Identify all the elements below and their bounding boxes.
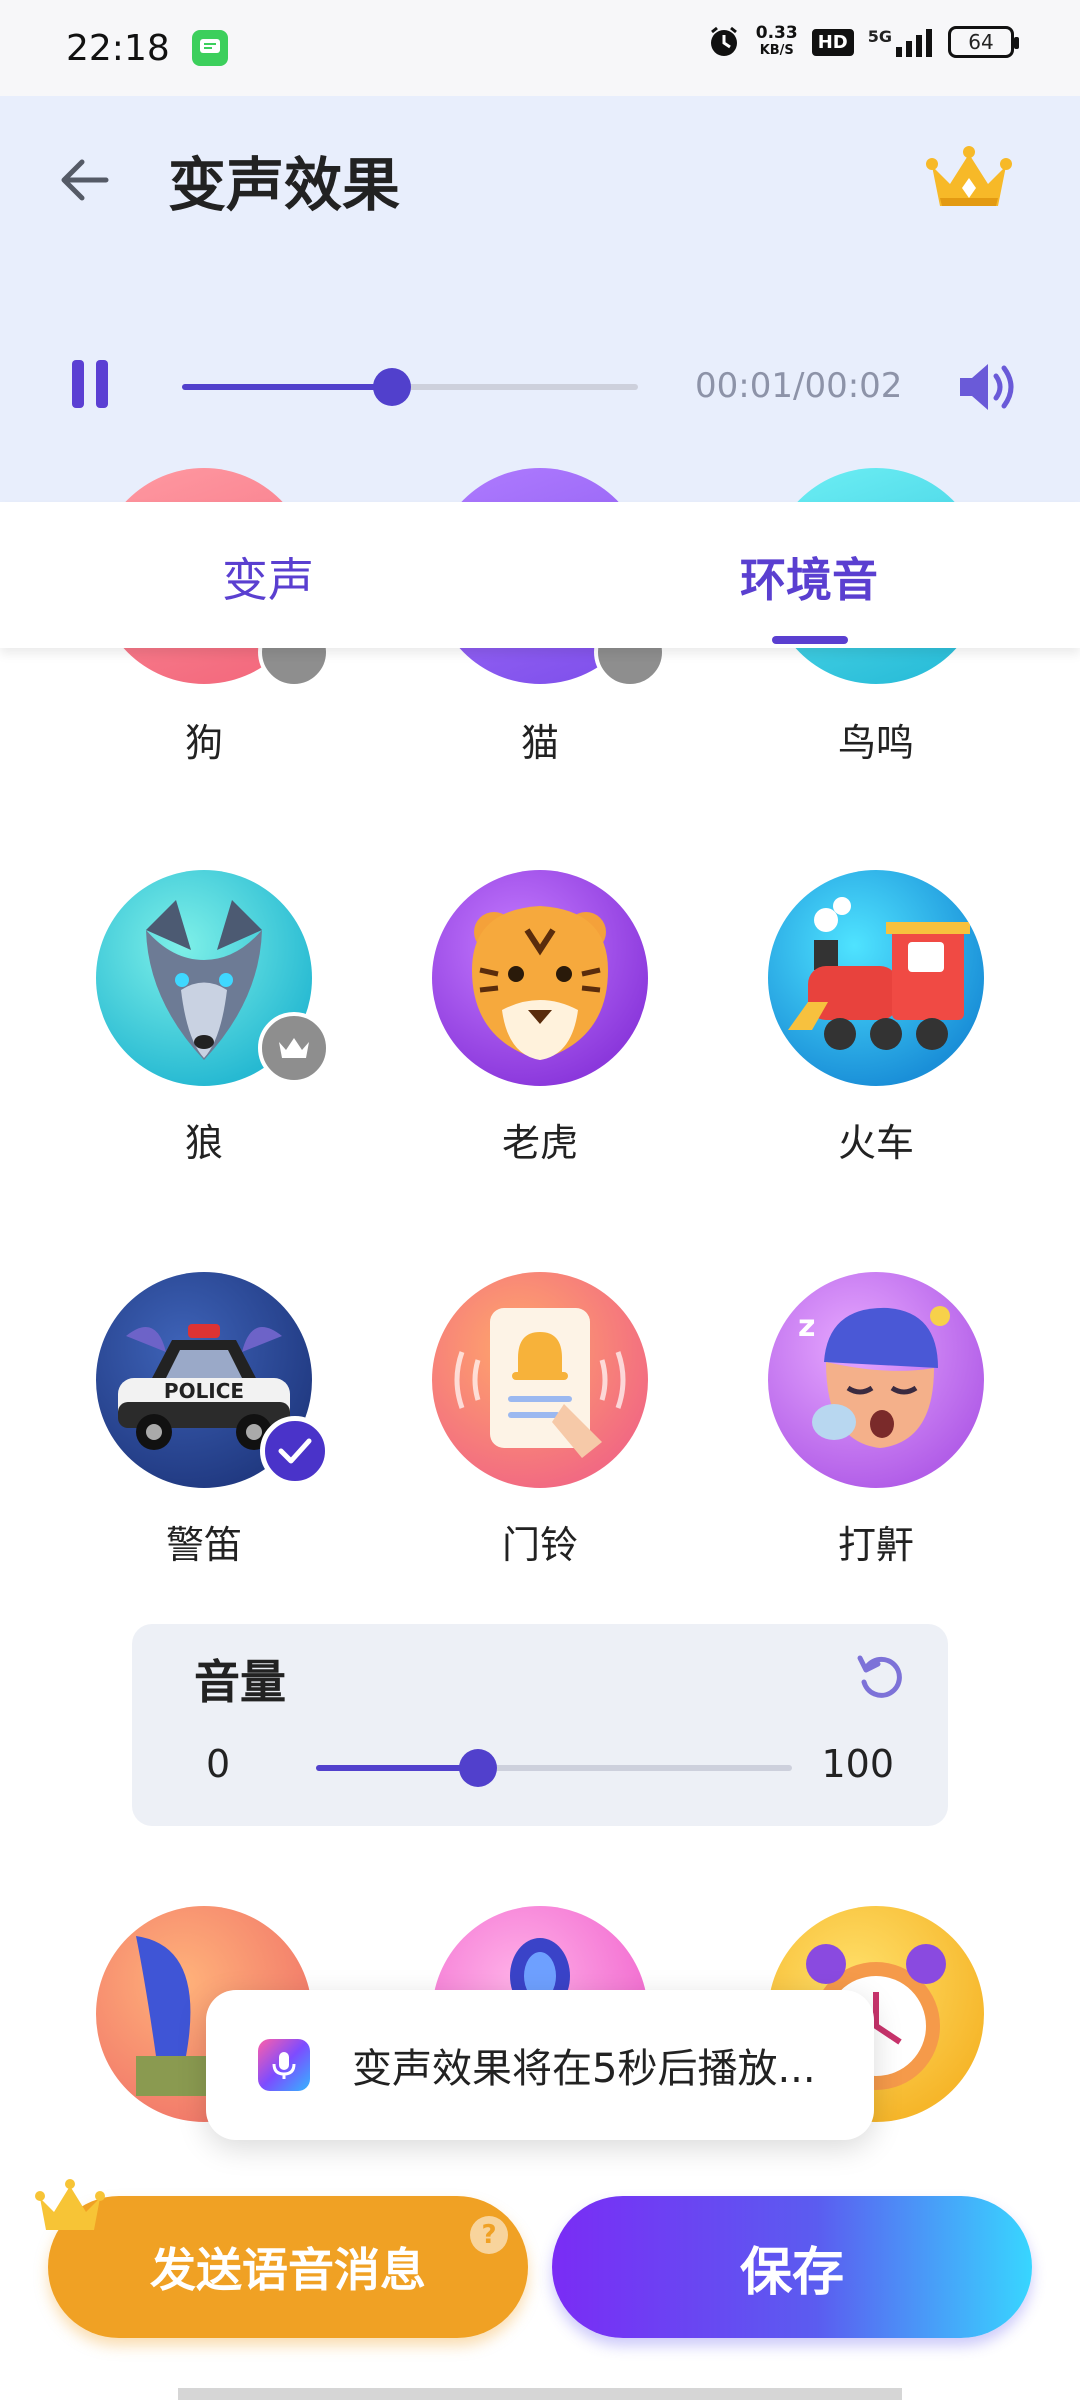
tab-voice-change[interactable]: 变声 — [222, 544, 314, 610]
effect-doorbell[interactable] — [432, 1272, 648, 1488]
snore-icon: z — [798, 1306, 950, 1448]
effect-snore[interactable]: z — [768, 1272, 984, 1488]
volume-title: 音量 — [194, 1655, 286, 1709]
page-title: 变声效果 — [168, 151, 401, 219]
toast-notification: 变声效果将在5秒后播放... — [206, 1990, 874, 2140]
crown-icon — [279, 1038, 309, 1058]
speed-unit: KB/S — [759, 43, 794, 58]
pause-bar-left — [72, 360, 84, 408]
effect-label-cat: 猫 — [520, 721, 559, 765]
app-mic-icon — [258, 2039, 310, 2091]
volume-panel: 音量 0 100 — [132, 1624, 948, 1826]
speaker-icon — [960, 364, 1014, 410]
police-car-text: POLICE — [164, 1379, 244, 1403]
battery-icon: 64 — [948, 26, 1019, 58]
tab-ambient-sound[interactable]: 环境音 — [740, 544, 878, 610]
progress-slider[interactable] — [182, 368, 638, 406]
pause-bar-right — [96, 360, 108, 408]
signal-icon — [896, 29, 932, 57]
header: 变声效果 00:01/00:02 — [0, 96, 1080, 502]
effect-train[interactable] — [768, 870, 984, 1086]
tab-indicator — [772, 636, 848, 644]
checkmark-icon — [278, 1438, 312, 1464]
save-button-label: 保存 — [739, 2242, 844, 2303]
vip-badge-wolf — [258, 1012, 330, 1084]
effect-label-tiger: 老虎 — [501, 1121, 578, 1165]
svg-text:z: z — [798, 1309, 815, 1344]
selected-check-badge — [260, 1416, 330, 1486]
send-voice-message-button[interactable]: 发送语音消息 ? — [35, 2179, 528, 2338]
status-bar: 22:18 0.33 KB/S HD 5G 64 — [0, 0, 1080, 96]
effect-label-doorbell: 门铃 — [501, 1523, 578, 1567]
pause-button[interactable] — [72, 360, 122, 412]
progress-fill — [182, 384, 392, 390]
doorbell-icon — [454, 1308, 626, 1458]
hd-badge: HD — [811, 28, 854, 56]
navigation-bar — [178, 2388, 902, 2400]
network-speed: 0.33 KB/S — [756, 25, 798, 59]
volume-thumb[interactable] — [458, 1749, 497, 1787]
network-label: 5G — [867, 27, 892, 46]
reset-icon — [857, 1655, 902, 1698]
send-button-label: 发送语音消息 — [150, 2243, 426, 2297]
tiger-icon — [472, 906, 608, 1060]
back-button[interactable] — [52, 148, 116, 212]
crown-icon — [35, 2179, 105, 2230]
volume-max-label: 100 — [821, 1742, 894, 1786]
train-icon — [788, 897, 970, 1050]
audio-player: 00:01/00:02 — [0, 346, 1080, 426]
message-app-icon — [191, 30, 228, 66]
status-right: 0.33 KB/S HD 5G 64 — [706, 24, 1019, 60]
volume-min-label: 0 — [206, 1742, 231, 1786]
help-icon[interactable]: ? — [470, 2216, 508, 2254]
effect-tiger[interactable] — [432, 870, 648, 1086]
network-type: 5G — [868, 27, 934, 57]
effect-label-train: 火车 — [837, 1121, 914, 1165]
effect-label-siren: 警笛 — [165, 1523, 242, 1567]
alarm-icon — [710, 26, 737, 56]
volume-reset-button[interactable] — [852, 1648, 908, 1704]
effect-label-dog: 狗 — [184, 721, 223, 765]
speed-value: 0.33 — [755, 23, 798, 43]
volume-button[interactable] — [952, 352, 1022, 422]
volume-slider[interactable] — [316, 1749, 792, 1787]
crown-icon — [926, 146, 1012, 206]
back-arrow-icon — [61, 159, 109, 201]
save-button[interactable]: 保存 — [552, 2196, 1032, 2338]
battery-level: 64 — [968, 30, 994, 54]
status-time: 22:18 — [66, 27, 170, 69]
progress-thumb[interactable] — [372, 368, 411, 406]
time-label: 00:01/00:02 — [695, 366, 903, 406]
vip-crown-button[interactable] — [924, 144, 1014, 214]
tab-bar: 变声 环境音 — [0, 502, 1080, 648]
effect-label-snore: 打鼾 — [837, 1523, 914, 1567]
volume-fill — [316, 1765, 478, 1771]
toast-text: 变声效果将在5秒后播放... — [352, 2046, 816, 2092]
effect-label-wolf: 狼 — [184, 1121, 223, 1165]
effect-label-bird: 鸟鸣 — [837, 721, 914, 765]
